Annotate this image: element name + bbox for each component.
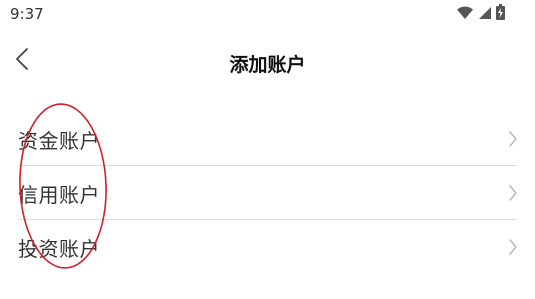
chevron-right-icon (509, 185, 517, 201)
list-item-funds-account[interactable]: 资金账户 (0, 112, 535, 166)
chevron-right-icon (509, 131, 517, 147)
page-title: 添加账户 (229, 54, 306, 76)
list-item-investment-account[interactable]: 投资账户 (0, 220, 535, 274)
header: 添加账户 (0, 36, 535, 88)
wifi-icon (456, 5, 474, 24)
status-time: 9:37 (10, 5, 44, 23)
status-icons (456, 4, 505, 24)
account-list: 资金账户 信用账户 投资账户 (0, 112, 535, 274)
list-item-label: 资金账户 (18, 129, 100, 153)
signal-icon (478, 5, 492, 24)
battery-charging-icon (496, 4, 505, 24)
status-bar: 9:37 (0, 0, 535, 30)
chevron-right-icon (509, 239, 517, 255)
list-item-label: 投资账户 (18, 237, 100, 261)
list-item-credit-account[interactable]: 信用账户 (0, 166, 535, 220)
list-item-label: 信用账户 (18, 183, 100, 207)
